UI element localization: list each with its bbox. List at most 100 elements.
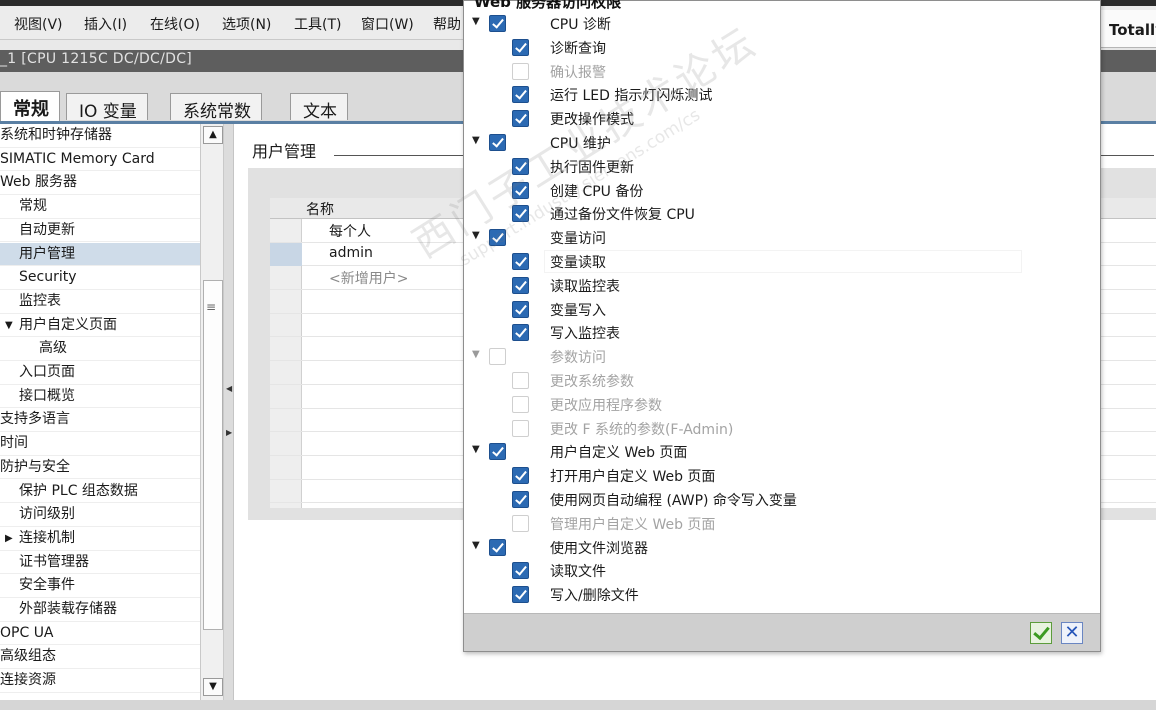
sidebar-item[interactable]: SIMATIC Memory Card <box>0 148 200 172</box>
permission-checkbox[interactable] <box>489 538 506 556</box>
confirm-button[interactable] <box>1030 622 1052 644</box>
sidebar-item[interactable]: ▶ 连接机制 <box>0 527 200 551</box>
sidebar-item[interactable]: 时间 <box>0 432 200 456</box>
nav-scrollbar[interactable]: ▲ ≡ ▼ <box>200 124 224 700</box>
permission-checkbox[interactable] <box>512 181 529 199</box>
sidebar-item[interactable]: 安全事件 <box>0 574 200 598</box>
sidebar-item[interactable]: 系统和时钟存储器 <box>0 124 200 148</box>
expanded-arrow-icon[interactable]: ▼ <box>472 16 480 27</box>
sidebar-item[interactable]: 保护 PLC 组态数据 <box>0 480 200 504</box>
permission-item[interactable]: ▼ 使用文件浏览器 <box>464 536 1100 560</box>
menu-options[interactable]: 选项(N) <box>222 14 271 34</box>
permission-item[interactable]: 使用网页自动编程 (AWP) 命令写入变量 <box>464 488 1100 512</box>
sidebar-item[interactable]: Web 服务器 <box>0 171 200 196</box>
sidebar-item[interactable]: 支持多语言 <box>0 408 200 433</box>
panel-splitter[interactable] <box>224 124 234 700</box>
permission-checkbox[interactable] <box>512 300 529 318</box>
collapsed-arrow-icon[interactable]: ▶ <box>5 528 13 550</box>
menu-help[interactable]: 帮助 <box>433 14 461 34</box>
menu-insert[interactable]: 插入(I) <box>84 14 127 34</box>
expand-right-icon[interactable]: ▶ <box>226 428 232 437</box>
sidebar-item[interactable]: 高级组态 <box>0 645 200 670</box>
expanded-arrow-icon[interactable]: ▼ <box>472 230 480 241</box>
scroll-up-button[interactable]: ▲ <box>203 126 223 144</box>
sidebar-item[interactable]: OPC UA <box>0 622 200 646</box>
permission-item[interactable]: 执行固件更新 <box>464 155 1100 179</box>
cancel-button[interactable]: ✕ <box>1061 622 1083 644</box>
permission-checkbox[interactable] <box>512 38 529 56</box>
menu-window[interactable]: 窗口(W) <box>361 14 414 34</box>
user-name-cell[interactable]: <新增用户> <box>329 268 408 288</box>
sidebar-item[interactable]: 高级 <box>0 337 200 361</box>
permission-item[interactable]: 更改系统参数 <box>464 369 1100 393</box>
permission-item[interactable]: 打开用户自定义 Web 页面 <box>464 464 1100 488</box>
permission-item[interactable]: ▼ CPU 诊断 <box>464 12 1100 36</box>
sidebar-item[interactable]: 常规 <box>0 195 200 219</box>
tab-general[interactable]: 常规 <box>0 91 60 121</box>
expanded-arrow-icon[interactable]: ▼ <box>472 540 480 551</box>
sidebar-item[interactable]: 连接资源 <box>0 669 200 693</box>
permission-item[interactable]: 读取监控表 <box>464 274 1100 298</box>
permission-item[interactable]: 变量读取 <box>464 250 1100 274</box>
expanded-arrow-icon[interactable]: ▼ <box>472 444 480 455</box>
tab-io-tags[interactable]: IO 变量 <box>66 93 148 122</box>
permission-checkbox[interactable] <box>512 253 529 270</box>
permission-item[interactable]: 诊断查询 <box>464 36 1100 60</box>
permission-checkbox[interactable] <box>512 467 529 485</box>
permission-item[interactable]: 管理用户自定义 Web 页面 <box>464 512 1100 536</box>
permission-item[interactable]: 变量写入 <box>464 298 1100 322</box>
sidebar-item[interactable]: 用户管理 <box>0 242 200 267</box>
permission-item[interactable]: 更改 F 系统的参数(F-Admin) <box>464 417 1100 441</box>
expanded-arrow-icon[interactable]: ▼ <box>5 315 13 337</box>
collapse-left-icon[interactable]: ◀ <box>226 384 232 393</box>
permission-item[interactable]: 写入监控表 <box>464 321 1100 345</box>
sidebar-item[interactable]: 访问级别 <box>0 503 200 527</box>
tab-texts[interactable]: 文本 <box>290 93 348 122</box>
scroll-down-button[interactable]: ▼ <box>203 678 223 696</box>
permission-checkbox[interactable] <box>512 157 529 175</box>
permission-checkbox[interactable] <box>489 15 506 32</box>
sidebar-item[interactable]: Security <box>0 266 200 290</box>
permission-item[interactable]: 确认报警 <box>464 60 1100 84</box>
permission-item[interactable]: ▼ CPU 维护 <box>464 131 1100 155</box>
expanded-arrow-icon[interactable]: ▼ <box>472 135 480 146</box>
sidebar-item[interactable]: 监控表 <box>0 290 200 314</box>
permission-item[interactable]: ▼ 用户自定义 Web 页面 <box>464 440 1100 464</box>
permission-item[interactable]: 读取文件 <box>464 559 1100 583</box>
permission-item[interactable]: 运行 LED 指示灯闪烁测试 <box>464 83 1100 107</box>
menu-tools[interactable]: 工具(T) <box>294 14 341 34</box>
scroll-thumb[interactable] <box>203 280 223 630</box>
permission-checkbox[interactable] <box>512 205 529 223</box>
permission-checkbox[interactable] <box>512 491 529 508</box>
permission-checkbox[interactable] <box>489 229 506 247</box>
permission-item[interactable]: 写入/删除文件 <box>464 583 1100 607</box>
sidebar-item[interactable]: 自动更新 <box>0 219 200 243</box>
permission-item[interactable]: ▼ 参数访问 <box>464 345 1100 369</box>
permission-checkbox[interactable] <box>512 562 529 580</box>
permission-checkbox[interactable] <box>512 586 529 604</box>
permission-item[interactable]: 通过备份文件恢复 CPU <box>464 202 1100 226</box>
sidebar-item[interactable]: 接口概览 <box>0 385 200 409</box>
tab-system-constants[interactable]: 系统常数 <box>170 93 262 122</box>
permission-item[interactable]: 更改操作模式 <box>464 107 1100 131</box>
menu-online[interactable]: 在线(O) <box>150 14 200 34</box>
sidebar-item[interactable]: 防护与安全 <box>0 456 200 480</box>
permission-item[interactable]: 更改应用程序参数 <box>464 393 1100 417</box>
user-name-cell[interactable]: 每个人 <box>329 221 371 241</box>
permission-item[interactable]: 创建 CPU 备份 <box>464 179 1100 203</box>
sidebar-item[interactable]: 外部装载存储器 <box>0 598 200 622</box>
row-selector[interactable] <box>270 242 302 266</box>
permission-checkbox[interactable] <box>489 443 506 461</box>
permission-checkbox[interactable] <box>512 324 529 342</box>
sidebar-item[interactable]: ▼ 用户自定义页面 <box>0 314 200 338</box>
sidebar-item[interactable]: 证书管理器 <box>0 551 200 575</box>
permission-checkbox[interactable] <box>512 110 529 128</box>
expanded-arrow-icon[interactable]: ▼ <box>472 349 480 360</box>
menu-view[interactable]: 视图(V) <box>14 14 63 34</box>
sidebar-item[interactable]: 入口页面 <box>0 361 200 385</box>
permission-checkbox[interactable] <box>512 276 529 294</box>
permission-checkbox[interactable] <box>489 134 506 151</box>
permission-checkbox[interactable] <box>512 86 529 104</box>
permission-item[interactable]: ▼ 变量访问 <box>464 226 1100 250</box>
user-name-cell[interactable]: admin <box>329 245 373 261</box>
